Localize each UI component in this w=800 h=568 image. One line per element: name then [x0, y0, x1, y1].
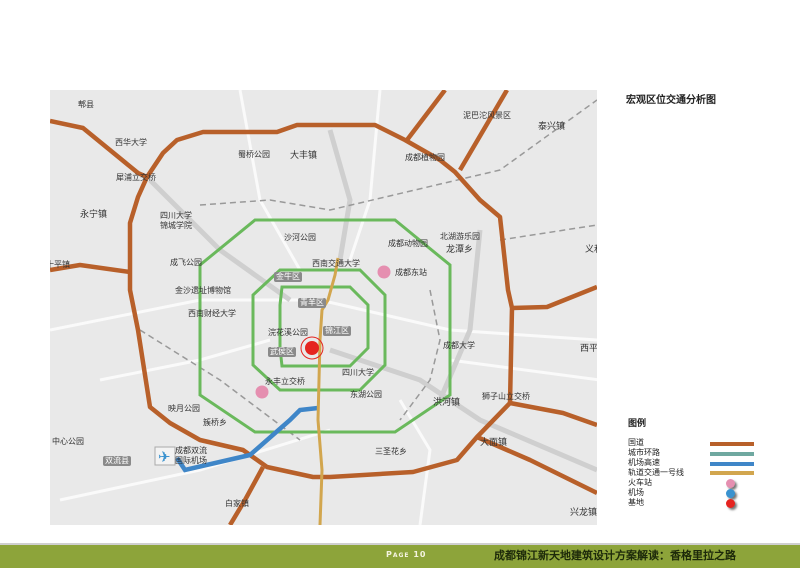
airport-icon [726, 489, 735, 498]
legend-label-train-station: 火车站 [628, 478, 652, 487]
place-label: 簇桥乡 [203, 418, 227, 427]
legend-title: 图例 [628, 419, 647, 429]
place-label: 十平镇 [50, 260, 70, 269]
place-label: 浣花溪公园 [268, 328, 308, 337]
legend-label-airport: 机场 [628, 488, 644, 497]
place-label: 永宁镇 [80, 210, 108, 220]
train-station-south-icon [255, 385, 269, 399]
page-number: Page 10 [386, 550, 427, 559]
train-station-icon [726, 479, 735, 488]
place-label: 沙河公园 [284, 233, 316, 242]
place-label: 金沙遗址博物馆 [175, 286, 231, 295]
place-label: 永丰立交桥 [265, 377, 305, 386]
place-label: 泥巴沱风景区 [463, 111, 511, 120]
district-badge: 武侯区 [268, 347, 296, 357]
train-station-east-icon [377, 265, 391, 279]
district-badge: 锦江区 [323, 326, 351, 336]
legend-label-site: 基地 [628, 498, 644, 507]
traffic-map: ✈ 双流县 郫县 西华大学 犀浦立交桥 永宁镇 四川大学 锦城学院 蜀桥公园 大… [50, 90, 597, 525]
legend-swatch-ring-road [710, 452, 754, 456]
rail-lines [139, 99, 597, 441]
document-title: 成都锦江新天地建筑设计方案解读：香格里拉之路 [494, 549, 736, 562]
legend-label-national-road: 国道 [628, 438, 644, 447]
legend-swatch-metro [710, 471, 754, 475]
place-label: 四川大学 [160, 211, 192, 220]
place-label: 北湖游乐园 [440, 232, 480, 241]
footer-bar: Page 10 成都锦江新天地建筑设计方案解读：香格里拉之路 [0, 543, 800, 568]
place-label: 锦城学院 [160, 221, 192, 230]
place-label: 四川大学 [342, 368, 374, 377]
place-label: 白家镇 [225, 499, 249, 508]
place-label: 成都动物园 [388, 239, 428, 248]
place-label: 犀浦立交桥 [116, 173, 156, 182]
airplane-icon: ✈ [158, 448, 171, 466]
place-label: 成都植物园 [405, 153, 445, 162]
place-label: 西平镇 [580, 344, 597, 354]
place-label: 狮子山立交桥 [482, 392, 530, 401]
place-label: 国际机场 [175, 456, 207, 465]
place-label: 大丰镇 [290, 151, 318, 161]
place-label: 大面镇 [480, 438, 508, 448]
place-label: 泰兴镇 [538, 122, 566, 132]
place-label: 兴龙镇 [570, 508, 597, 518]
legend-swatch-national-road [710, 442, 754, 446]
map-title: 宏观区位交通分析图 [626, 95, 716, 106]
district-badge: 金牛区 [274, 272, 302, 282]
place-label: 三圣花乡 [375, 447, 407, 456]
place-label: 义和 [585, 245, 597, 255]
place-label: 成飞公园 [170, 258, 202, 267]
legend-label-metro: 轨道交通一号线 [628, 468, 684, 477]
place-label: 洪河镇 [433, 398, 461, 408]
district-badge: 青羊区 [298, 298, 326, 308]
place-label: 东湖公园 [350, 390, 382, 399]
place-label: 成都大学 [443, 341, 475, 350]
site-icon [726, 499, 735, 508]
place-label: 西华大学 [115, 138, 147, 147]
place-label: 龙潭乡 [446, 245, 474, 255]
place-label: 西南交通大学 [312, 259, 360, 268]
place-label: 西南财经大学 [188, 309, 236, 318]
place-label: 郫县 [78, 100, 94, 109]
place-label: 映月公园 [168, 404, 200, 413]
legend-label-ring-road: 城市环路 [628, 448, 660, 457]
place-label: 中心公园 [52, 437, 84, 446]
district-badge: 双流县 [103, 456, 131, 466]
place-label: 成都东站 [395, 268, 427, 277]
place-label: 蜀桥公园 [238, 150, 270, 159]
legend-label-airport-expressway: 机场高速 [628, 458, 660, 467]
site-marker-icon [305, 341, 319, 355]
legend-swatch-airport-expressway [710, 462, 754, 466]
place-label: 成都双流 [175, 446, 207, 455]
